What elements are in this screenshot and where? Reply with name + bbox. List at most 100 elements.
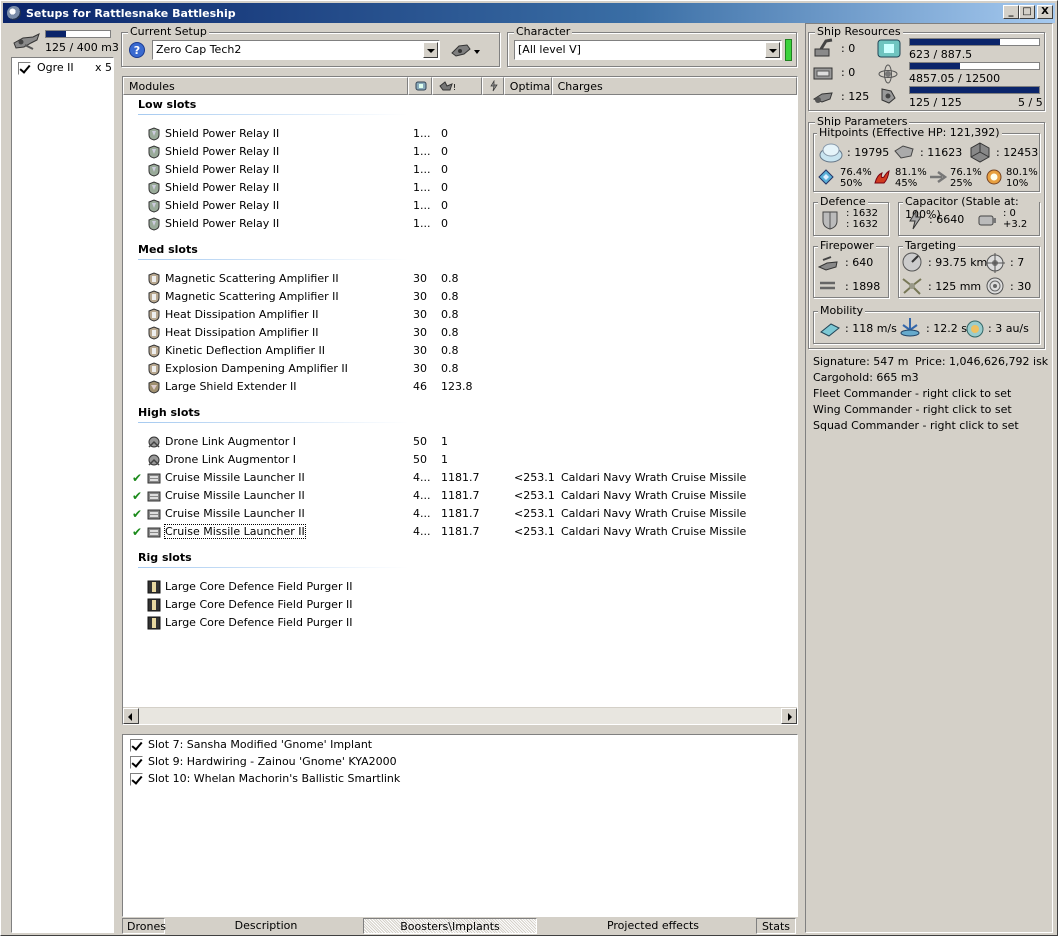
scroll-left-button[interactable] bbox=[123, 708, 139, 724]
table-row[interactable]: ✔ Cruise Missile Launcher II 4... 1181.7 <25… bbox=[123, 487, 797, 505]
drone-count: x 5 bbox=[94, 61, 112, 74]
table-row[interactable]: Drone Link Augmentor I 50 1 bbox=[123, 433, 797, 451]
header-cpu[interactable] bbox=[408, 77, 433, 95]
table-row[interactable]: Large Core Defence Field Purger II bbox=[123, 614, 797, 632]
capacitor-delta: : 0 +3.2 bbox=[1003, 208, 1028, 230]
module-name: Shield Power Relay II bbox=[165, 199, 280, 212]
fleet-commander-slot[interactable]: Fleet Commander - right click to set bbox=[813, 387, 1011, 400]
header-charges[interactable]: Charges bbox=[551, 77, 797, 95]
setup-value: Zero Cap Tech2 bbox=[156, 43, 242, 56]
table-row[interactable]: Magnetic Scattering Amplifier II 30 0.8 bbox=[123, 270, 797, 288]
table-row[interactable]: Large Core Defence Field Purger II bbox=[123, 596, 797, 614]
module-name: Cruise Missile Launcher II bbox=[165, 507, 305, 520]
ship-price: Price: 1,046,626,792 isk bbox=[915, 355, 1049, 368]
cpu-resource-icon bbox=[877, 39, 901, 58]
header-capacitor[interactable] bbox=[481, 77, 504, 95]
close-button[interactable]: X bbox=[1037, 5, 1053, 19]
maximize-button[interactable]: □ bbox=[1019, 5, 1035, 19]
header-modules[interactable]: Modules bbox=[123, 77, 409, 95]
minimize-button[interactable]: _ bbox=[1003, 5, 1019, 19]
active-check-icon[interactable]: ✔ bbox=[132, 507, 142, 521]
bottom-tabs: Drones Description Boosters\Implants Pro… bbox=[122, 918, 798, 934]
warp-speed-icon bbox=[966, 320, 984, 338]
armor-hp-icon bbox=[894, 145, 914, 159]
em-resist-icon bbox=[818, 169, 834, 185]
module-name: Heat Dissipation Amplifier II bbox=[165, 308, 319, 321]
tab-boosters-implants[interactable]: Boosters\Implants bbox=[363, 918, 537, 934]
squad-commander-slot[interactable]: Squad Commander - right click to set bbox=[813, 419, 1019, 432]
module-powergrid: 0.8 bbox=[441, 362, 459, 375]
chevron-down-icon[interactable] bbox=[423, 42, 438, 58]
implants-list[interactable]: Slot 7: Sansha Modified 'Gnome' Implant … bbox=[122, 734, 798, 917]
table-row[interactable]: Heat Dissipation Amplifier II 30 0.8 bbox=[123, 324, 797, 342]
table-row[interactable]: Shield Power Relay II 1... 0 bbox=[123, 215, 797, 233]
character-select[interactable]: [All level V] bbox=[514, 40, 782, 60]
module-charges: Caldari Navy Wrath Cruise Missile bbox=[561, 525, 747, 538]
modules-list[interactable]: Modules ! Optimal Charges Low slots Shiel… bbox=[122, 76, 798, 725]
list-item[interactable]: Ogre II x 5 bbox=[18, 61, 112, 76]
tab-description[interactable]: Description bbox=[226, 918, 306, 934]
character-value: [All level V] bbox=[518, 43, 581, 56]
max-velocity: : 118 m/s bbox=[845, 322, 897, 335]
title-bar[interactable]: Setups for Rattlesnake Battleship _ □ X bbox=[3, 3, 1055, 23]
tab-drones[interactable]: Drones bbox=[122, 918, 166, 934]
table-row[interactable]: Shield Power Relay II 1... 0 bbox=[123, 161, 797, 179]
module-name: Cruise Missile Launcher II bbox=[165, 471, 305, 484]
scan-resolution-icon bbox=[902, 278, 922, 295]
module-powergrid: 0.8 bbox=[441, 308, 459, 321]
question-icon[interactable]: ? bbox=[129, 42, 145, 58]
powergrid-resource-icon bbox=[878, 64, 898, 84]
chevron-down-icon[interactable] bbox=[765, 42, 780, 58]
horizontal-scrollbar[interactable] bbox=[123, 707, 797, 724]
tab-stats[interactable]: Stats bbox=[756, 918, 796, 934]
active-check-icon[interactable]: ✔ bbox=[132, 525, 142, 539]
module-name: Large Core Defence Field Purger II bbox=[165, 616, 353, 629]
header-optimal[interactable]: Optimal bbox=[503, 77, 552, 95]
table-row[interactable]: ✔ Cruise Missile Launcher II 4... 1181.7 <25… bbox=[123, 523, 797, 541]
active-check-icon[interactable]: ✔ bbox=[132, 471, 142, 485]
module-powergrid: 0.8 bbox=[441, 326, 459, 339]
current-setup-label: Current Setup bbox=[128, 25, 209, 38]
table-row[interactable]: Drone Link Augmentor I 50 1 bbox=[123, 451, 797, 469]
table-row[interactable]: Shield Power Relay II 1... 0 bbox=[123, 143, 797, 161]
module-optimal: <253.1 bbox=[514, 471, 555, 484]
module-name: Drone Link Augmentor I bbox=[165, 453, 296, 466]
table-row[interactable]: Shield Power Relay II 1... 0 bbox=[123, 197, 797, 215]
cpu-text: 623 / 887.5 bbox=[909, 48, 973, 61]
module-optimal: <253.1 bbox=[514, 507, 555, 520]
module-name: Magnetic Scattering Amplifier II bbox=[165, 290, 339, 303]
powergrid-bar bbox=[909, 62, 1040, 70]
table-row[interactable]: Shield Power Relay II 1... 0 bbox=[123, 125, 797, 143]
list-item[interactable]: Slot 10: Whelan Machorin's Ballistic Sma… bbox=[130, 772, 400, 789]
table-row[interactable]: Kinetic Deflection Amplifier II 30 0.8 bbox=[123, 342, 797, 360]
table-row[interactable]: Shield Power Relay II 1... 0 bbox=[123, 179, 797, 197]
table-row[interactable]: Explosion Dampening Amplifier II 30 0.8 bbox=[123, 360, 797, 378]
module-powergrid: 0 bbox=[441, 181, 448, 194]
implant-checkbox[interactable] bbox=[130, 772, 143, 786]
list-item[interactable]: Slot 7: Sansha Modified 'Gnome' Implant bbox=[130, 738, 372, 755]
table-row[interactable]: Large Shield Extender II 46 123.8 bbox=[123, 378, 797, 396]
sensor-strength: : 30 bbox=[1010, 280, 1032, 293]
armor-hp: : 11623 bbox=[920, 146, 963, 159]
drone-bay-text: 125 / 400 m3 bbox=[45, 41, 119, 54]
implant-checkbox[interactable] bbox=[130, 755, 143, 769]
setup-select[interactable]: Zero Cap Tech2 bbox=[152, 40, 440, 60]
table-row[interactable]: ✔ Cruise Missile Launcher II 4... 1181.7 <25… bbox=[123, 469, 797, 487]
list-item[interactable]: Slot 9: Hardwiring - Zainou 'Gnome' KYA2… bbox=[130, 755, 397, 772]
implant-checkbox[interactable] bbox=[130, 738, 143, 752]
tab-projected-effects[interactable]: Projected effects bbox=[602, 918, 704, 934]
module-charges: Caldari Navy Wrath Cruise Missile bbox=[561, 471, 747, 484]
module-cpu: 30 bbox=[413, 308, 427, 321]
drone-checkbox[interactable] bbox=[18, 61, 31, 75]
table-row[interactable]: Large Core Defence Field Purger II bbox=[123, 578, 797, 596]
explosive-resist: 80.1% 10% bbox=[1006, 167, 1038, 189]
header-powergrid[interactable]: ! bbox=[432, 77, 482, 95]
wing-commander-slot[interactable]: Wing Commander - right click to set bbox=[813, 403, 1012, 416]
scroll-right-button[interactable] bbox=[781, 708, 797, 724]
table-row[interactable]: Heat Dissipation Amplifier II 30 0.8 bbox=[123, 306, 797, 324]
table-row[interactable]: ✔ Cruise Missile Launcher II 4... 1181.7 <25… bbox=[123, 505, 797, 523]
firepower-label: Firepower bbox=[818, 239, 876, 252]
table-row[interactable]: Magnetic Scattering Amplifier II 30 0.8 bbox=[123, 288, 797, 306]
active-check-icon[interactable]: ✔ bbox=[132, 489, 142, 503]
ship-dropdown-icon[interactable] bbox=[450, 41, 486, 59]
